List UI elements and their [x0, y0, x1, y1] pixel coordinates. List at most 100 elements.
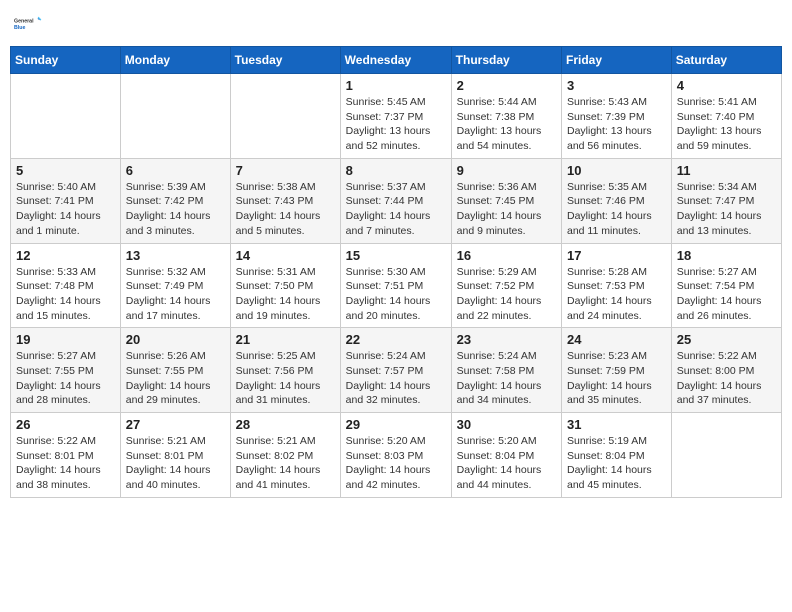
day-header-tuesday: Tuesday — [230, 47, 340, 74]
day-number: 23 — [457, 332, 556, 347]
week-row-2: 5 Sunrise: 5:40 AMSunset: 7:41 PMDaylight… — [11, 158, 782, 243]
week-row-4: 19 Sunrise: 5:27 AMSunset: 7:55 PMDayligh… — [11, 328, 782, 413]
day-number: 26 — [16, 417, 115, 432]
day-cell: 25 Sunrise: 5:22 AMSunset: 8:00 PMDayligh… — [671, 328, 781, 413]
day-info: Sunrise: 5:25 AMSunset: 7:56 PMDaylight:… — [236, 349, 335, 408]
day-cell: 18 Sunrise: 5:27 AMSunset: 7:54 PMDayligh… — [671, 243, 781, 328]
day-number: 4 — [677, 78, 776, 93]
day-cell: 22Sunrise: 5:24 AMSunset: 7:57 PMDayligh… — [340, 328, 451, 413]
day-cell: 10 Sunrise: 5:35 AMSunset: 7:46 PMDayligh… — [562, 158, 672, 243]
day-header-friday: Friday — [562, 47, 672, 74]
day-info: Sunrise: 5:28 AMSunset: 7:53 PMDaylight:… — [567, 265, 666, 324]
day-info: Sunrise: 5:27 AMSunset: 7:54 PMDaylight:… — [677, 265, 776, 324]
day-info: Sunrise: 5:27 AMSunset: 7:55 PMDaylight:… — [16, 349, 115, 408]
day-cell: 17 Sunrise: 5:28 AMSunset: 7:53 PMDayligh… — [562, 243, 672, 328]
logo: General Blue — [14, 10, 42, 38]
day-info: Sunrise: 5:30 AMSunset: 7:51 PMDaylight:… — [346, 265, 446, 324]
day-cell: 21 Sunrise: 5:25 AMSunset: 7:56 PMDayligh… — [230, 328, 340, 413]
day-cell: 28 Sunrise: 5:21 AMSunset: 8:02 PMDayligh… — [230, 413, 340, 498]
day-number: 9 — [457, 163, 556, 178]
day-info: Sunrise: 5:29 AMSunset: 7:52 PMDaylight:… — [457, 265, 556, 324]
day-number: 18 — [677, 248, 776, 263]
day-info: Sunrise: 5:32 AMSunset: 7:49 PMDaylight:… — [126, 265, 225, 324]
day-cell: 3 Sunrise: 5:43 AMSunset: 7:39 PMDaylight… — [562, 74, 672, 159]
day-cell: 14 Sunrise: 5:31 AMSunset: 7:50 PMDayligh… — [230, 243, 340, 328]
day-number: 27 — [126, 417, 225, 432]
day-info: Sunrise: 5:39 AMSunset: 7:42 PMDaylight:… — [126, 180, 225, 239]
day-info: Sunrise: 5:37 AMSunset: 7:44 PMDaylight:… — [346, 180, 446, 239]
day-number: 17 — [567, 248, 666, 263]
day-number: 29 — [346, 417, 446, 432]
day-number: 16 — [457, 248, 556, 263]
day-header-monday: Monday — [120, 47, 230, 74]
day-number: 5 — [16, 163, 115, 178]
day-cell: 11Sunrise: 5:34 AMSunset: 7:47 PMDayligh… — [671, 158, 781, 243]
day-cell: 5 Sunrise: 5:40 AMSunset: 7:41 PMDaylight… — [11, 158, 121, 243]
header: General Blue — [10, 10, 782, 38]
day-cell: 2 Sunrise: 5:44 AMSunset: 7:38 PMDaylight… — [451, 74, 561, 159]
day-info: Sunrise: 5:41 AMSunset: 7:40 PMDaylight:… — [677, 95, 776, 154]
day-info: Sunrise: 5:31 AMSunset: 7:50 PMDaylight:… — [236, 265, 335, 324]
day-cell: 30 Sunrise: 5:20 AMSunset: 8:04 PMDayligh… — [451, 413, 561, 498]
week-row-1: 1Sunrise: 5:45 AMSunset: 7:37 PMDaylight… — [11, 74, 782, 159]
day-cell: 6Sunrise: 5:39 AMSunset: 7:42 PMDaylight… — [120, 158, 230, 243]
day-number: 2 — [457, 78, 556, 93]
day-info: Sunrise: 5:33 AMSunset: 7:48 PMDaylight:… — [16, 265, 115, 324]
day-header-wednesday: Wednesday — [340, 47, 451, 74]
day-number: 20 — [126, 332, 225, 347]
day-number: 11 — [677, 163, 776, 178]
day-cell — [671, 413, 781, 498]
day-cell: 23 Sunrise: 5:24 AMSunset: 7:58 PMDayligh… — [451, 328, 561, 413]
day-number: 3 — [567, 78, 666, 93]
day-info: Sunrise: 5:21 AMSunset: 8:01 PMDaylight:… — [126, 434, 225, 493]
day-cell: 13 Sunrise: 5:32 AMSunset: 7:49 PMDayligh… — [120, 243, 230, 328]
day-cell: 29 Sunrise: 5:20 AMSunset: 8:03 PMDayligh… — [340, 413, 451, 498]
day-cell: 24Sunrise: 5:23 AMSunset: 7:59 PMDayligh… — [562, 328, 672, 413]
day-info: Sunrise: 5:21 AMSunset: 8:02 PMDaylight:… — [236, 434, 335, 493]
day-cell: 8Sunrise: 5:37 AMSunset: 7:44 PMDaylight… — [340, 158, 451, 243]
week-row-5: 26Sunrise: 5:22 AMSunset: 8:01 PMDayligh… — [11, 413, 782, 498]
day-number: 31 — [567, 417, 666, 432]
day-info: Sunrise: 5:24 AMSunset: 7:58 PMDaylight:… — [457, 349, 556, 408]
calendar-table: SundayMondayTuesdayWednesdayThursdayFrid… — [10, 46, 782, 498]
day-number: 10 — [567, 163, 666, 178]
day-info: Sunrise: 5:43 AMSunset: 7:39 PMDaylight:… — [567, 95, 666, 154]
day-cell — [11, 74, 121, 159]
day-info: Sunrise: 5:20 AMSunset: 8:04 PMDaylight:… — [457, 434, 556, 493]
day-cell: 26Sunrise: 5:22 AMSunset: 8:01 PMDayligh… — [11, 413, 121, 498]
day-header-sunday: Sunday — [11, 47, 121, 74]
day-cell — [230, 74, 340, 159]
logo-icon: General Blue — [14, 10, 42, 38]
week-row-3: 12 Sunrise: 5:33 AMSunset: 7:48 PMDayligh… — [11, 243, 782, 328]
day-number: 14 — [236, 248, 335, 263]
day-cell: 9 Sunrise: 5:36 AMSunset: 7:45 PMDaylight… — [451, 158, 561, 243]
day-number: 30 — [457, 417, 556, 432]
day-cell: 19 Sunrise: 5:27 AMSunset: 7:55 PMDayligh… — [11, 328, 121, 413]
day-cell — [120, 74, 230, 159]
day-cell: 27 Sunrise: 5:21 AMSunset: 8:01 PMDayligh… — [120, 413, 230, 498]
day-info: Sunrise: 5:40 AMSunset: 7:41 PMDaylight:… — [16, 180, 115, 239]
day-cell: 4 Sunrise: 5:41 AMSunset: 7:40 PMDaylight… — [671, 74, 781, 159]
day-number: 13 — [126, 248, 225, 263]
day-number: 7 — [236, 163, 335, 178]
day-info: Sunrise: 5:45 AMSunset: 7:37 PMDaylight:… — [346, 95, 446, 154]
day-info: Sunrise: 5:35 AMSunset: 7:46 PMDaylight:… — [567, 180, 666, 239]
day-info: Sunrise: 5:24 AMSunset: 7:57 PMDaylight:… — [346, 349, 446, 408]
day-cell: 31Sunrise: 5:19 AMSunset: 8:04 PMDayligh… — [562, 413, 672, 498]
day-info: Sunrise: 5:38 AMSunset: 7:43 PMDaylight:… — [236, 180, 335, 239]
day-info: Sunrise: 5:22 AMSunset: 8:00 PMDaylight:… — [677, 349, 776, 408]
day-info: Sunrise: 5:36 AMSunset: 7:45 PMDaylight:… — [457, 180, 556, 239]
day-number: 24 — [567, 332, 666, 347]
day-number: 21 — [236, 332, 335, 347]
svg-text:General: General — [14, 19, 34, 25]
day-info: Sunrise: 5:26 AMSunset: 7:55 PMDaylight:… — [126, 349, 225, 408]
svg-text:Blue: Blue — [14, 25, 25, 31]
day-number: 12 — [16, 248, 115, 263]
day-number: 19 — [16, 332, 115, 347]
day-cell: 7 Sunrise: 5:38 AMSunset: 7:43 PMDaylight… — [230, 158, 340, 243]
day-number: 25 — [677, 332, 776, 347]
day-info: Sunrise: 5:44 AMSunset: 7:38 PMDaylight:… — [457, 95, 556, 154]
day-header-thursday: Thursday — [451, 47, 561, 74]
day-number: 28 — [236, 417, 335, 432]
day-info: Sunrise: 5:20 AMSunset: 8:03 PMDaylight:… — [346, 434, 446, 493]
